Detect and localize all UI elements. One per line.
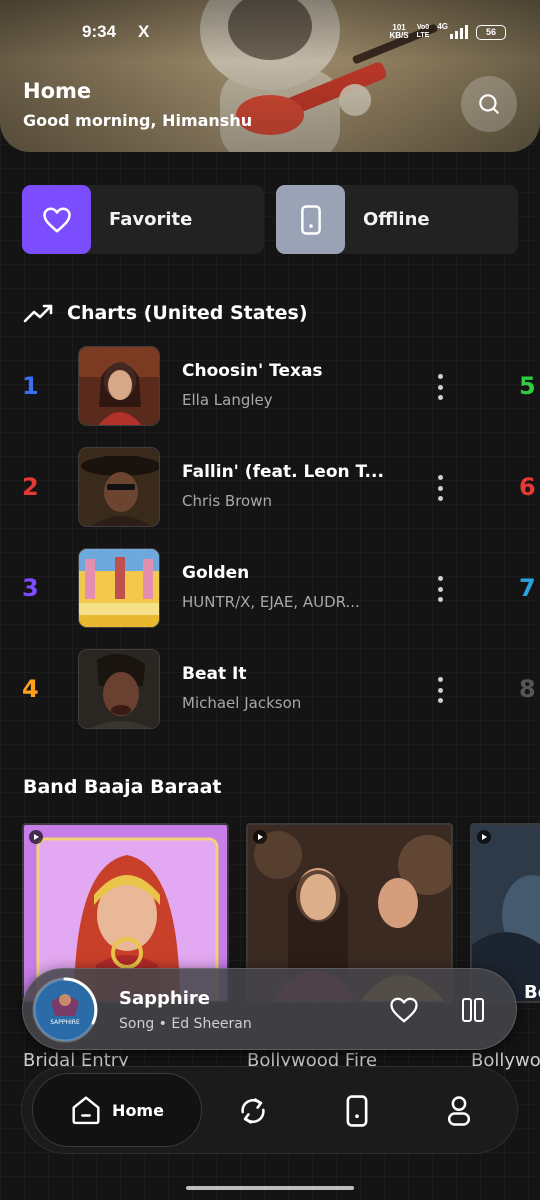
- playlist-cover-text: Bo: [524, 982, 540, 1003]
- home-icon: [72, 1096, 100, 1125]
- pause-button[interactable]: [459, 996, 487, 1024]
- nav-device-button[interactable]: [337, 1091, 377, 1131]
- trending-up-icon: [23, 304, 53, 323]
- now-playing-subtitle: Song • Ed Sheeran: [119, 1016, 252, 1032]
- chart-row[interactable]: 3 Golden HUNTR/X, EJAE, AUDR... 7: [0, 548, 540, 628]
- nav-home-label: Home: [112, 1100, 164, 1120]
- charts-header[interactable]: Charts (United States): [23, 302, 308, 324]
- charts-title: Charts (United States): [67, 302, 308, 324]
- playlist-section-title: Band Baaja Baraat: [23, 776, 222, 798]
- track-title: Beat It: [182, 664, 247, 684]
- search-button[interactable]: [461, 76, 517, 132]
- network-speed: 101 KB/S: [389, 23, 409, 40]
- track-thumbnail: [78, 447, 160, 527]
- now-playing-art-text: SAPPHIRE: [50, 1019, 80, 1026]
- more-options-button[interactable]: [433, 677, 447, 703]
- track-thumbnail: [78, 548, 160, 628]
- page-title: Home: [23, 79, 92, 103]
- x-app-icon: X: [138, 22, 150, 41]
- bottom-navigation: Home: [21, 1066, 518, 1154]
- track-artist: HUNTR/X, EJAE, AUDR...: [182, 593, 360, 611]
- chart-rank: 2: [22, 473, 39, 501]
- chart-row[interactable]: 1 Choosin' Texas Ella Langley 5: [0, 346, 540, 426]
- nav-sync-button[interactable]: [233, 1091, 273, 1131]
- more-options-button[interactable]: [433, 475, 447, 501]
- track-thumbnail: [78, 346, 160, 426]
- track-title: Choosin' Texas: [182, 361, 323, 381]
- track-artist: Ella Langley: [182, 391, 273, 409]
- chart-row[interactable]: 4 Beat It Michael Jackson 8: [0, 649, 540, 729]
- more-options-button[interactable]: [433, 374, 447, 400]
- profile-icon: [447, 1096, 471, 1126]
- status-time: 9:34: [82, 22, 117, 41]
- more-options-button[interactable]: [433, 576, 447, 602]
- chart-rank-peek[interactable]: 5: [519, 372, 536, 400]
- track-artist: Chris Brown: [182, 492, 272, 510]
- track-thumbnail: [78, 649, 160, 729]
- sync-icon: [241, 1098, 265, 1124]
- search-icon: [479, 94, 499, 114]
- favorite-card[interactable]: Favorite: [22, 185, 264, 254]
- header-banner: 9:34 X 101 KB/S Vo0 LTE 4G 56 Home Good …: [0, 0, 540, 152]
- track-artist: Michael Jackson: [182, 694, 302, 712]
- chart-rank-peek[interactable]: 7: [519, 574, 536, 602]
- home-indicator[interactable]: [186, 1186, 354, 1190]
- heart-icon: [42, 207, 71, 232]
- network-type: 4G: [437, 22, 448, 31]
- nav-profile-button[interactable]: [439, 1091, 479, 1131]
- now-playing-title: Sapphire: [119, 988, 210, 1009]
- nav-home-button[interactable]: Home: [32, 1073, 202, 1147]
- volte-indicator: Vo0 LTE: [416, 24, 430, 39]
- chart-row[interactable]: 2 Fallin' (feat. Leon T... Chris Brown 6: [0, 447, 540, 527]
- status-indicators: 101 KB/S Vo0 LTE 4G 56: [389, 22, 506, 40]
- chart-rank-peek[interactable]: 6: [519, 473, 536, 501]
- offline-icon-tile: [276, 185, 345, 254]
- battery-icon: 56: [476, 24, 506, 40]
- offline-label: Offline: [363, 209, 430, 230]
- chart-rank-peek[interactable]: 8: [519, 675, 536, 703]
- chart-rank: 3: [22, 574, 39, 602]
- status-bar: 9:34 X 101 KB/S Vo0 LTE 4G 56: [0, 0, 540, 64]
- device-icon: [346, 1095, 368, 1127]
- now-playing-bar[interactable]: SAPPHIRE Sapphire Song • Ed Sheeran: [22, 968, 517, 1050]
- offline-card[interactable]: Offline: [276, 185, 518, 254]
- now-playing-art: SAPPHIRE: [32, 977, 98, 1043]
- chart-rank: 4: [22, 675, 39, 703]
- favorite-icon-tile: [22, 185, 91, 254]
- playlist-badge-icon: [477, 830, 491, 844]
- playlist-badge-icon: [29, 830, 43, 844]
- chart-rank: 1: [22, 372, 39, 400]
- track-title: Fallin' (feat. Leon T...: [182, 462, 384, 482]
- phone-icon: [300, 204, 321, 235]
- favorite-label: Favorite: [109, 209, 193, 230]
- greeting-text: Good morning, Himanshu: [23, 111, 253, 130]
- playlist-badge-icon: [253, 830, 267, 844]
- like-button[interactable]: [389, 996, 419, 1024]
- track-title: Golden: [182, 563, 250, 583]
- signal-icon: [450, 25, 468, 39]
